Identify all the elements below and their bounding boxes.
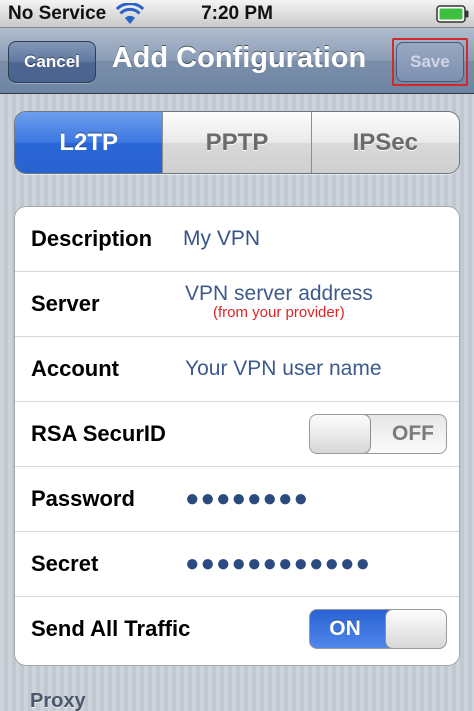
cancel-button[interactable]: Cancel xyxy=(8,41,96,83)
server-field[interactable]: VPN server address (from your provider) xyxy=(185,282,439,321)
send-all-traffic-toggle[interactable]: ON xyxy=(309,609,447,649)
status-bar: No Service 7:20 PM xyxy=(0,0,474,28)
save-button[interactable]: Save xyxy=(396,42,464,82)
description-row[interactable]: Description My VPN xyxy=(15,207,459,272)
server-label: Server xyxy=(31,291,100,316)
protocol-segmented-control: L2TP PPTP IPSec xyxy=(14,111,460,174)
account-field[interactable]: Your VPN user name xyxy=(185,337,382,401)
send-all-traffic-label: Send All Traffic xyxy=(31,616,191,641)
server-hint: (from your provider) xyxy=(213,304,345,321)
secret-field[interactable]: ●●●●●●●●●●●● xyxy=(185,532,371,596)
description-label: Description xyxy=(31,226,153,251)
vpn-settings-group: Description My VPN Server VPN server add… xyxy=(14,206,460,666)
password-row[interactable]: Password ●●●●●●●● xyxy=(15,467,459,532)
password-field[interactable]: ●●●●●●●● xyxy=(185,467,309,531)
send-all-traffic-row: Send All Traffic ON xyxy=(15,597,459,662)
navigation-bar: Cancel Add Configuration Save xyxy=(0,28,474,94)
rsa-securid-toggle-state: OFF xyxy=(392,422,434,445)
segment-ipsec[interactable]: IPSec xyxy=(310,112,459,173)
password-label: Password xyxy=(31,486,135,511)
server-row[interactable]: Server VPN server address (from your pro… xyxy=(15,272,459,337)
page-title: Add Configuration xyxy=(111,42,367,74)
rsa-securid-row: RSA SecurID OFF xyxy=(15,402,459,467)
toggle-knob xyxy=(385,610,446,648)
segment-pptp[interactable]: PPTP xyxy=(162,112,311,173)
proxy-section-header: Proxy xyxy=(30,690,86,711)
rsa-securid-toggle[interactable]: OFF xyxy=(309,414,447,454)
clock: 7:20 PM xyxy=(201,3,273,24)
description-field[interactable]: My VPN xyxy=(183,207,260,271)
rsa-securid-label: RSA SecurID xyxy=(31,421,166,446)
toggle-knob xyxy=(310,415,371,453)
send-all-traffic-toggle-state: ON xyxy=(329,617,361,640)
server-placeholder: VPN server address xyxy=(185,282,373,305)
account-row[interactable]: Account Your VPN user name xyxy=(15,337,459,402)
segment-l2tp[interactable]: L2TP xyxy=(15,112,163,173)
battery-icon xyxy=(436,5,469,23)
secret-row[interactable]: Secret ●●●●●●●●●●●● xyxy=(15,532,459,597)
secret-label: Secret xyxy=(31,551,99,576)
account-label: Account xyxy=(31,356,119,381)
